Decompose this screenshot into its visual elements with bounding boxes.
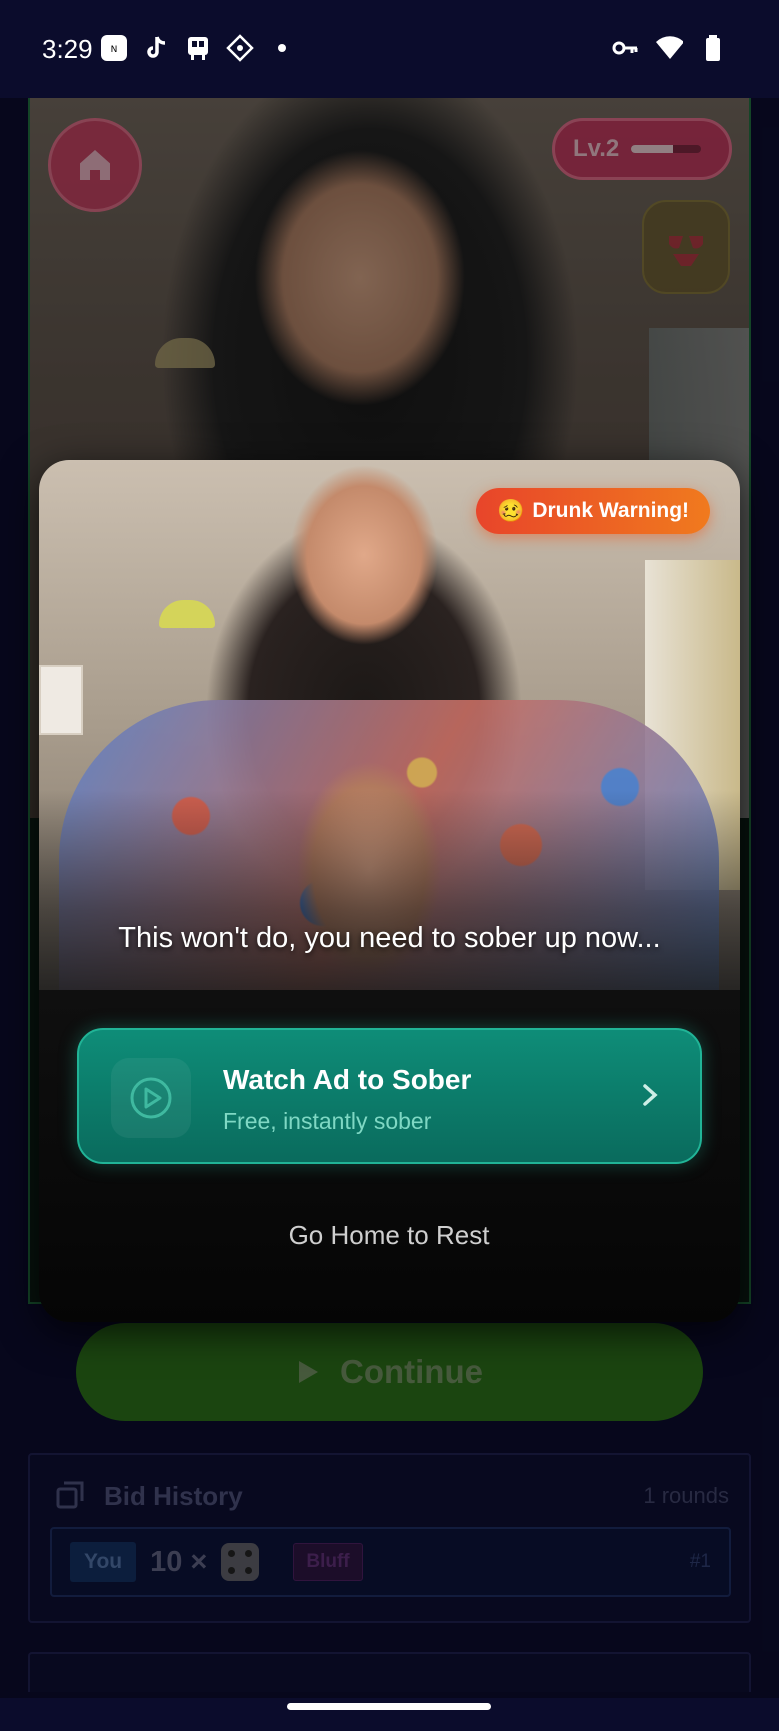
home-indicator[interactable] — [287, 1703, 491, 1710]
dialog-message: This won't do, you need to sober up now.… — [118, 922, 661, 954]
picture-frame-decoration — [39, 665, 83, 735]
image-fade — [39, 790, 740, 990]
level-label: Lv.2 — [573, 135, 620, 162]
next-panel — [28, 1652, 751, 1692]
dot-icon — [268, 34, 296, 62]
game-icon — [226, 34, 254, 62]
level-progress-fill — [631, 145, 674, 153]
woozy-face-icon: 🥴 — [496, 498, 525, 523]
bid-row: You 10 × Bluff #1 — [50, 1527, 731, 1597]
bid-index: #1 — [689, 1551, 711, 1572]
continue-button[interactable]: Continue — [76, 1323, 703, 1421]
dice-four-icon — [221, 1543, 260, 1581]
home-icon — [80, 150, 110, 180]
chevron-right-icon — [643, 1084, 658, 1106]
status-icons-right — [611, 34, 727, 62]
bikini-icon — [669, 236, 703, 266]
home-button[interactable] — [48, 118, 142, 212]
watch-ad-button[interactable]: Watch Ad to Sober Free, instantly sober — [77, 1028, 702, 1164]
warning-text: Drunk Warning! — [532, 499, 690, 522]
drunk-warning-dialog: 🥴 Drunk Warning! This won't do, you need… — [39, 460, 740, 1322]
go-home-button[interactable]: Go Home to Rest — [189, 1210, 589, 1260]
drunk-warning-badge: 🥴 Drunk Warning! — [476, 488, 710, 534]
outfit-button[interactable] — [642, 200, 730, 294]
status-bar: 3:29 N — [0, 0, 779, 98]
bid-rounds-count: 1 rounds — [643, 1483, 729, 1508]
status-time: 3:29 — [42, 34, 93, 64]
tiktok-icon — [142, 34, 170, 62]
level-indicator[interactable]: Lv.2 — [552, 118, 732, 180]
bid-quantity: 10 × — [150, 1545, 208, 1578]
lamp-decoration — [159, 600, 215, 628]
level-progress-bar — [631, 145, 702, 153]
battery-icon — [699, 34, 727, 62]
watch-ad-subtitle: Free, instantly sober — [223, 1108, 432, 1134]
bid-history-title: Bid History — [104, 1481, 243, 1511]
vpn-key-icon — [611, 34, 639, 62]
status-icons-left: N — [100, 34, 296, 62]
wifi-icon — [655, 34, 683, 62]
svg-text:N: N — [111, 45, 118, 55]
character-image — [39, 460, 740, 990]
bid-history-panel: Bid History 1 rounds You 10 × Bluff #1 — [28, 1453, 751, 1623]
play-icon — [299, 1361, 318, 1383]
news-app-icon: N — [100, 34, 128, 62]
transit-icon — [184, 34, 212, 62]
continue-label: Continue — [340, 1353, 483, 1390]
watch-ad-title: Watch Ad to Sober — [223, 1064, 472, 1095]
bid-player: You — [70, 1542, 137, 1582]
bluff-tag: Bluff — [293, 1543, 363, 1581]
play-circle-icon — [111, 1058, 191, 1138]
history-icon — [56, 1481, 84, 1509]
